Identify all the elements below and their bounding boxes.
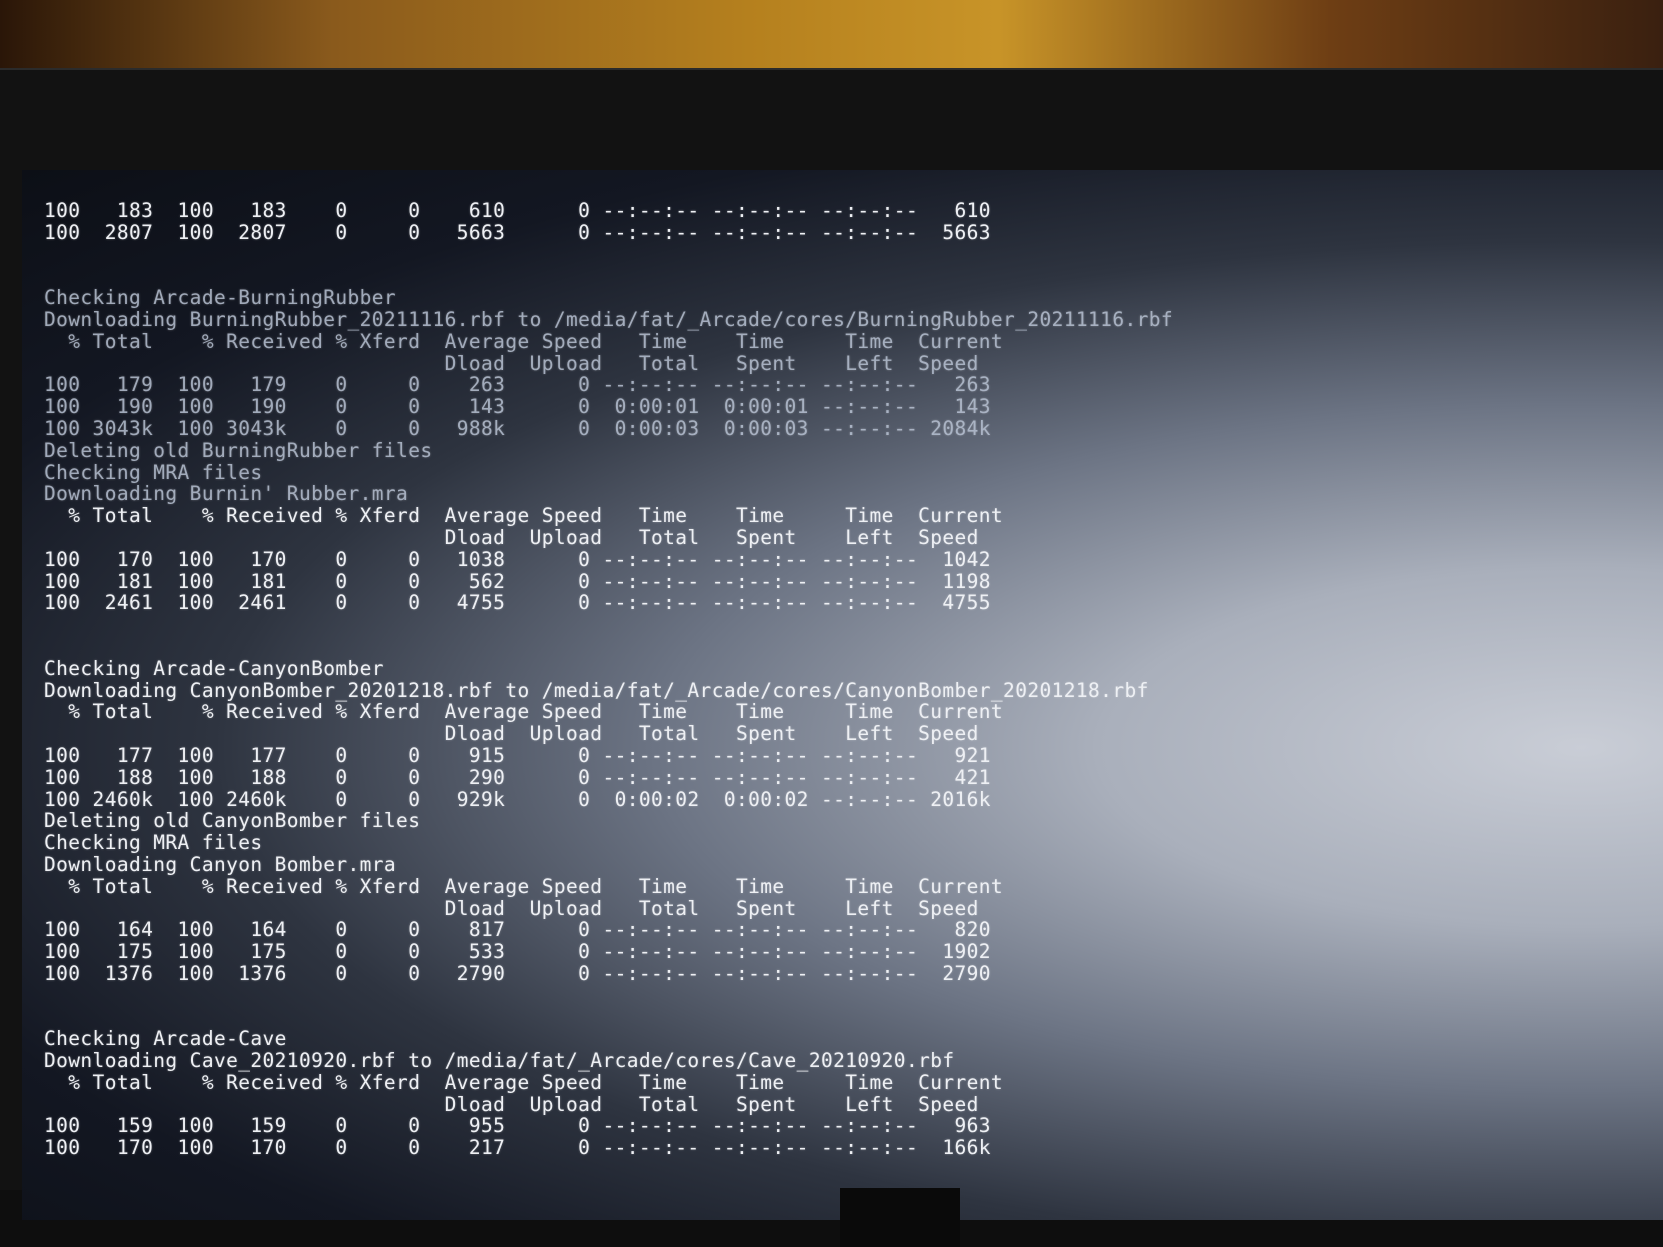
terminal-line: % Total % Received % Xferd Average Speed…: [44, 504, 1004, 528]
terminal-line: Dload Upload Total Spent Left Speed: [44, 351, 979, 375]
terminal-line: % Total % Received % Xferd Average Speed…: [44, 700, 1004, 724]
terminal-line: Deleting old BurningRubber files: [44, 438, 433, 462]
terminal-line: 100 1376 100 1376 0 0 2790 0 --:--:-- --…: [44, 961, 991, 985]
terminal-line: 100 3043k 100 3043k 0 0 988k 0 0:00:03 0…: [44, 416, 991, 440]
terminal-line: 100 2461 100 2461 0 0 4755 0 --:--:-- --…: [44, 591, 991, 615]
terminal-line: 100 188 100 188 0 0 290 0 --:--:-- --:--…: [44, 765, 991, 789]
terminal-line: 100 177 100 177 0 0 915 0 --:--:-- --:--…: [44, 743, 991, 767]
terminal-line: 100 190 100 190 0 0 143 0 0:00:01 0:00:0…: [44, 395, 991, 419]
terminal-line: 100 181 100 181 0 0 562 0 --:--:-- --:--…: [44, 569, 991, 593]
terminal-line: Downloading Cave_20210920.rbf to /media/…: [44, 1049, 955, 1073]
terminal-line: 100 175 100 175 0 0 533 0 --:--:-- --:--…: [44, 940, 991, 964]
terminal-line: Checking Arcade-Cave: [44, 1027, 287, 1051]
terminal-line: Checking Arcade-BurningRubber: [44, 286, 397, 310]
terminal-line: Dload Upload Total Spent Left Speed: [44, 1092, 979, 1116]
terminal-line: 100 183 100 183 0 0 610 0 --:--:-- --:--…: [44, 199, 991, 222]
terminal-line: Checking MRA files: [44, 460, 263, 484]
terminal-line: Downloading CanyonBomber_20201218.rbf to…: [44, 678, 1149, 702]
terminal-line: 100 159 100 159 0 0 955 0 --:--:-- --:--…: [44, 1114, 991, 1138]
terminal-line: 100 164 100 164 0 0 817 0 --:--:-- --:--…: [44, 918, 991, 942]
terminal-line: 100 179 100 179 0 0 263 0 --:--:-- --:--…: [44, 373, 991, 397]
terminal-line: Downloading BurningRubber_20211116.rbf t…: [44, 307, 1174, 331]
terminal-line: Checking MRA files: [44, 831, 263, 855]
terminal-line: 100 170 100 170 0 0 217 0 --:--:-- --:--…: [44, 1136, 991, 1160]
terminal-line: 100 2460k 100 2460k 0 0 929k 0 0:00:02 0…: [44, 787, 991, 811]
terminal-line: Checking Arcade-CanyonBomber: [44, 656, 384, 680]
terminal-line: Dload Upload Total Spent Left Speed: [44, 722, 979, 746]
terminal-line: Downloading Burnin' Rubber.mra: [44, 482, 409, 506]
terminal-line: Deleting old CanyonBomber files: [44, 809, 421, 833]
monitor-stand: [840, 1188, 960, 1247]
terminal-line: % Total % Received % Xferd Average Speed…: [44, 1070, 1004, 1094]
terminal-line: Dload Upload Total Spent Left Speed: [44, 525, 979, 549]
terminal-line: 100 2807 100 2807 0 0 5663 0 --:--:-- --…: [44, 220, 991, 244]
terminal-line: % Total % Received % Xferd Average Speed…: [44, 874, 1004, 898]
monitor-screen: 100 183 100 183 0 0 610 0 --:--:-- --:--…: [22, 170, 1663, 1220]
terminal-output: 100 183 100 183 0 0 610 0 --:--:-- --:--…: [44, 200, 1173, 1159]
monitor-bezel: 100 183 100 183 0 0 610 0 --:--:-- --:--…: [0, 68, 1663, 1220]
terminal-line: Downloading Canyon Bomber.mra: [44, 852, 397, 876]
terminal-line: Dload Upload Total Spent Left Speed: [44, 896, 979, 920]
terminal-line: % Total % Received % Xferd Average Speed…: [44, 329, 1004, 353]
terminal-line: 100 170 100 170 0 0 1038 0 --:--:-- --:-…: [44, 547, 991, 571]
